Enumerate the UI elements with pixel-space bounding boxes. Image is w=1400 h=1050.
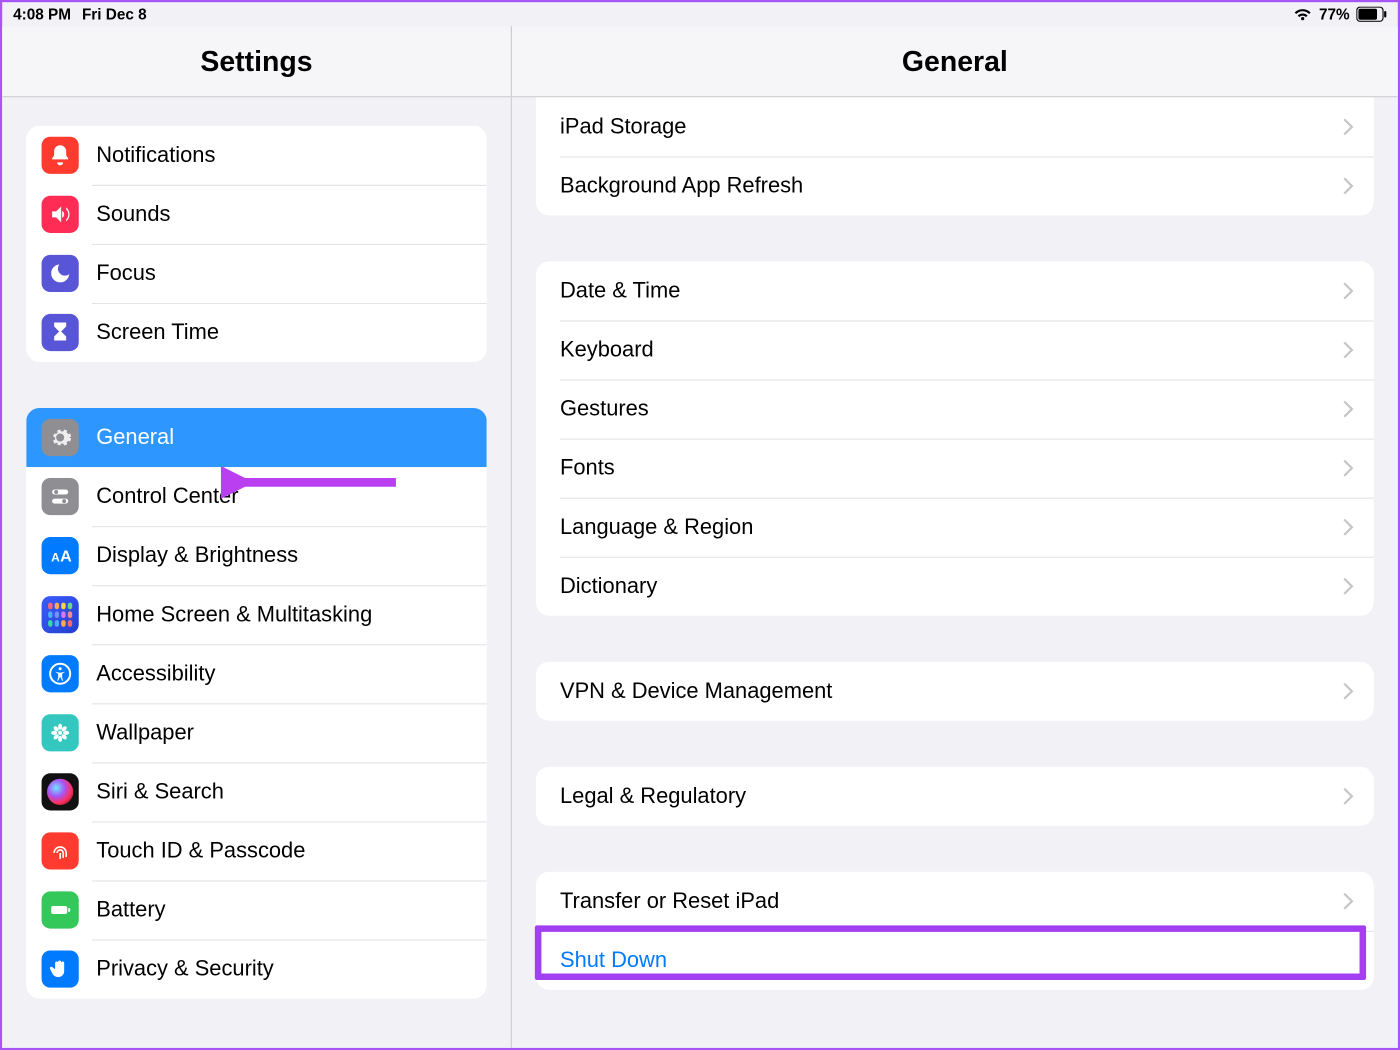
chevron-right-icon bbox=[1343, 177, 1354, 195]
sidebar-item-battery[interactable]: Battery bbox=[26, 880, 486, 939]
sidebar-item-display[interactable]: AA Display & Brightness bbox=[26, 526, 486, 585]
chevron-right-icon bbox=[1343, 118, 1354, 136]
row-transfer-reset[interactable]: Transfer or Reset iPad bbox=[536, 872, 1374, 931]
row-date-time[interactable]: Date & Time bbox=[536, 261, 1374, 320]
toggles-icon bbox=[42, 478, 79, 515]
sidebar-item-label: Privacy & Security bbox=[96, 956, 273, 981]
row-label: Shut Down bbox=[560, 948, 1354, 973]
flower-icon bbox=[42, 714, 79, 751]
row-label: Fonts bbox=[560, 456, 1343, 481]
sidebar-item-home-screen[interactable]: Home Screen & Multitasking bbox=[26, 585, 486, 644]
sidebar-group-1: Notifications Sounds Focus Screen Time bbox=[26, 126, 486, 362]
row-label: Language & Region bbox=[560, 515, 1343, 540]
sidebar-item-control-center[interactable]: Control Center bbox=[26, 467, 486, 526]
moon-icon bbox=[42, 255, 79, 292]
row-background-app-refresh[interactable]: Background App Refresh bbox=[536, 156, 1374, 215]
svg-text:A: A bbox=[60, 548, 72, 566]
group-legal: Legal & Regulatory bbox=[536, 767, 1374, 826]
row-label: Dictionary bbox=[560, 574, 1343, 599]
sidebar-item-screentime[interactable]: Screen Time bbox=[26, 303, 486, 362]
sidebar-item-label: Notifications bbox=[96, 143, 215, 168]
sidebar-item-label: General bbox=[96, 425, 174, 450]
group-input: Date & Time Keyboard Gestures Fonts Lang… bbox=[536, 261, 1374, 615]
text-size-icon: AA bbox=[42, 537, 79, 574]
row-language-region[interactable]: Language & Region bbox=[536, 498, 1374, 557]
status-battery-percent: 77% bbox=[1319, 5, 1350, 23]
row-dictionary[interactable]: Dictionary bbox=[536, 557, 1374, 616]
row-label: VPN & Device Management bbox=[560, 679, 1343, 704]
hourglass-icon bbox=[42, 314, 79, 351]
chevron-right-icon bbox=[1343, 788, 1354, 806]
row-legal-regulatory[interactable]: Legal & Regulatory bbox=[536, 767, 1374, 826]
sidebar-item-siri[interactable]: Siri & Search bbox=[26, 762, 486, 821]
battery-icon bbox=[1356, 7, 1387, 22]
siri-icon bbox=[42, 773, 79, 810]
row-gestures[interactable]: Gestures bbox=[536, 380, 1374, 439]
status-bar: 4:08 PM Fri Dec 8 77% bbox=[2, 2, 1398, 26]
app-grid-icon bbox=[42, 596, 79, 633]
status-time: 4:08 PM bbox=[13, 5, 71, 23]
sidebar-item-label: Display & Brightness bbox=[96, 543, 298, 568]
row-label: Keyboard bbox=[560, 337, 1343, 362]
status-date: Fri Dec 8 bbox=[82, 5, 147, 23]
page-title: General bbox=[902, 44, 1008, 78]
sidebar-item-touchid[interactable]: Touch ID & Passcode bbox=[26, 821, 486, 880]
chevron-right-icon bbox=[1343, 893, 1354, 911]
chevron-right-icon bbox=[1343, 578, 1354, 596]
row-label: Background App Refresh bbox=[560, 173, 1343, 198]
sidebar-item-label: Home Screen & Multitasking bbox=[96, 602, 372, 627]
fingerprint-icon bbox=[42, 832, 79, 869]
row-keyboard[interactable]: Keyboard bbox=[536, 320, 1374, 379]
sidebar-item-label: Focus bbox=[96, 261, 156, 286]
group-reset: Transfer or Reset iPad Shut Down bbox=[536, 872, 1374, 990]
chevron-right-icon bbox=[1343, 282, 1354, 300]
row-fonts[interactable]: Fonts bbox=[536, 439, 1374, 498]
row-vpn-device-management[interactable]: VPN & Device Management bbox=[536, 662, 1374, 721]
battery-row-icon bbox=[42, 891, 79, 928]
general-detail-pane: iPad Storage Background App Refresh Date… bbox=[512, 97, 1398, 1047]
row-label: Gestures bbox=[560, 396, 1343, 421]
header-bar: Settings General bbox=[2, 26, 1398, 97]
row-label: Transfer or Reset iPad bbox=[560, 889, 1343, 914]
sidebar-item-label: Touch ID & Passcode bbox=[96, 838, 305, 863]
sidebar-item-general[interactable]: General bbox=[26, 408, 486, 467]
row-shut-down[interactable]: Shut Down bbox=[536, 931, 1374, 990]
sidebar-item-label: Accessibility bbox=[96, 661, 215, 686]
hand-icon bbox=[42, 950, 79, 987]
row-label: Date & Time bbox=[560, 278, 1343, 303]
sidebar-item-label: Wallpaper bbox=[96, 720, 194, 745]
sidebar-item-sounds[interactable]: Sounds bbox=[26, 185, 486, 244]
sidebar-item-label: Battery bbox=[96, 897, 165, 922]
gear-icon bbox=[42, 419, 79, 456]
row-ipad-storage[interactable]: iPad Storage bbox=[536, 97, 1374, 156]
group-storage: iPad Storage Background App Refresh bbox=[536, 97, 1374, 215]
sidebar-item-label: Screen Time bbox=[96, 320, 219, 345]
settings-sidebar: Notifications Sounds Focus Screen Time bbox=[2, 97, 512, 1047]
sidebar-title: Settings bbox=[200, 44, 312, 78]
sidebar-item-wallpaper[interactable]: Wallpaper bbox=[26, 703, 486, 762]
chevron-right-icon bbox=[1343, 683, 1354, 701]
chevron-right-icon bbox=[1343, 341, 1354, 359]
ipad-settings-screen: 4:08 PM Fri Dec 8 77% Settings General N… bbox=[0, 0, 1400, 1050]
group-vpn: VPN & Device Management bbox=[536, 662, 1374, 721]
chevron-right-icon bbox=[1343, 400, 1354, 418]
chevron-right-icon bbox=[1343, 518, 1354, 536]
wifi-icon bbox=[1293, 7, 1313, 22]
sidebar-item-privacy[interactable]: Privacy & Security bbox=[26, 940, 486, 999]
sidebar-group-2: General Control Center AA Display & Brig… bbox=[26, 408, 486, 999]
sidebar-item-label: Control Center bbox=[96, 484, 238, 509]
chevron-right-icon bbox=[1343, 459, 1354, 477]
sidebar-item-label: Sounds bbox=[96, 202, 170, 227]
row-label: Legal & Regulatory bbox=[560, 784, 1343, 809]
svg-text:A: A bbox=[51, 551, 60, 565]
sidebar-item-label: Siri & Search bbox=[96, 779, 224, 804]
bell-icon bbox=[42, 137, 79, 174]
accessibility-icon bbox=[42, 655, 79, 692]
speaker-icon bbox=[42, 196, 79, 233]
sidebar-item-notifications[interactable]: Notifications bbox=[26, 126, 486, 185]
row-label: iPad Storage bbox=[560, 114, 1343, 139]
sidebar-item-accessibility[interactable]: Accessibility bbox=[26, 644, 486, 703]
sidebar-item-focus[interactable]: Focus bbox=[26, 244, 486, 303]
